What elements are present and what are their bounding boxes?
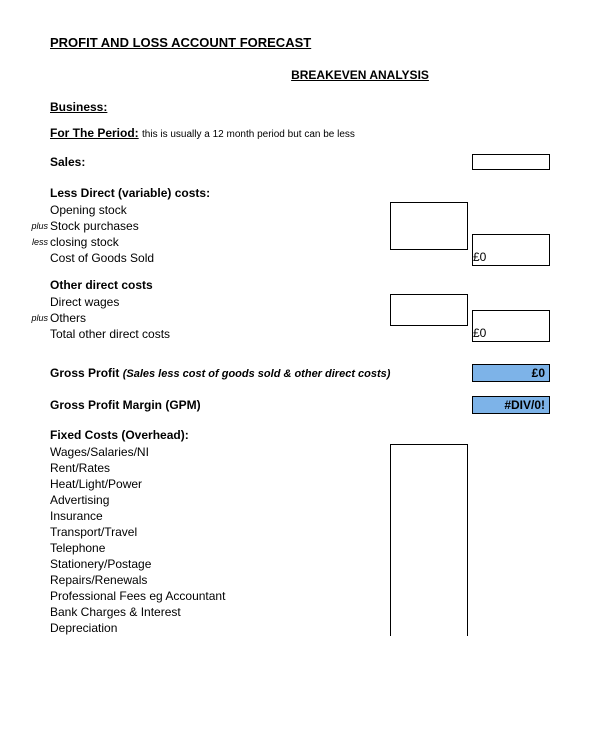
gross-profit-text: Gross Profit <box>50 366 119 380</box>
fixed-cost-row: Advertising <box>50 492 550 508</box>
gross-profit-note: (Sales less cost of goods sold & other d… <box>123 368 391 380</box>
fixed-cost-row: Heat/Light/Power <box>50 476 550 492</box>
stock-purchases-label: Stock purchases <box>50 219 390 233</box>
fixed-cost-input[interactable] <box>390 492 468 508</box>
fixed-cost-input[interactable] <box>390 460 468 476</box>
closing-stock-label: closing stock <box>50 235 390 249</box>
business-label: Business: <box>50 100 550 114</box>
opening-stock-input[interactable] <box>390 202 468 218</box>
other-total-value: £0 <box>473 326 490 340</box>
fixed-cost-row: Stationery/Postage <box>50 556 550 572</box>
fixed-cost-label: Advertising <box>50 493 390 507</box>
fixed-cost-row: Bank Charges & Interest <box>50 604 550 620</box>
fixed-cost-label: Stationery/Postage <box>50 557 390 571</box>
fixed-cost-row: Insurance <box>50 508 550 524</box>
fixed-cost-input[interactable] <box>390 540 468 556</box>
fixed-cost-label: Wages/Salaries/NI <box>50 445 390 459</box>
fixed-cost-row: Rent/Rates <box>50 460 550 476</box>
less-prefix: less <box>28 237 48 247</box>
sales-label: Sales: <box>50 155 390 169</box>
period-note-text: this is usually a 12 month period but ca… <box>142 129 355 140</box>
others-label: Others <box>50 311 390 325</box>
fixed-cost-input[interactable] <box>390 508 468 524</box>
gpm-label: Gross Profit Margin (GPM) <box>50 398 468 412</box>
direct-costs-header: Less Direct (variable) costs: <box>50 186 550 200</box>
other-direct-header: Other direct costs <box>50 278 550 292</box>
opening-stock-label: Opening stock <box>50 203 390 217</box>
fixed-cost-input[interactable] <box>390 572 468 588</box>
others-input[interactable] <box>390 310 468 326</box>
sales-row: Sales: <box>50 154 550 170</box>
gross-profit-value: £0 <box>532 366 545 380</box>
fixed-cost-label: Depreciation <box>50 621 390 635</box>
cogs-box-top <box>472 234 550 250</box>
period-label: For The Period: <box>50 126 139 140</box>
other-total-value-box: £0 <box>472 326 550 342</box>
closing-stock-input[interactable] <box>390 234 468 250</box>
fixed-cost-input[interactable] <box>390 524 468 540</box>
fixed-cost-label: Insurance <box>50 509 390 523</box>
fixed-cost-row: Wages/Salaries/NI <box>50 444 550 460</box>
direct-wages-label: Direct wages <box>50 295 390 309</box>
fixed-cost-input[interactable] <box>390 476 468 492</box>
cogs-value-box: £0 <box>472 250 550 266</box>
total-other-label: Total other direct costs <box>50 327 390 341</box>
fixed-cost-row: Repairs/Renewals <box>50 572 550 588</box>
fixed-cost-input[interactable] <box>390 588 468 604</box>
fixed-cost-input[interactable] <box>390 604 468 620</box>
gross-profit-label: Gross Profit (Sales less cost of goods s… <box>50 366 468 380</box>
fixed-cost-input[interactable] <box>390 556 468 572</box>
fixed-cost-label: Rent/Rates <box>50 461 390 475</box>
gross-profit-row: Gross Profit (Sales less cost of goods s… <box>50 364 550 382</box>
gpm-row: Gross Profit Margin (GPM) #DIV/0! <box>50 396 550 414</box>
direct-costs-section: Less Direct (variable) costs: Opening st… <box>50 186 550 266</box>
fixed-cost-input[interactable] <box>390 620 468 636</box>
gross-profit-value-box: £0 <box>472 364 550 382</box>
other-total-box-top <box>472 310 550 326</box>
fixed-cost-label: Heat/Light/Power <box>50 477 390 491</box>
cogs-label: Cost of Goods Sold <box>50 251 390 265</box>
gpm-value-box: #DIV/0! <box>472 396 550 414</box>
plus-prefix-1: plus <box>28 221 48 231</box>
other-direct-section: Other direct costs Direct wages plus Oth… <box>50 278 550 342</box>
gpm-value: #DIV/0! <box>504 398 545 412</box>
stock-purchases-input[interactable] <box>390 218 468 234</box>
fixed-cost-row: Depreciation <box>50 620 550 636</box>
fixed-cost-row: Telephone <box>50 540 550 556</box>
fixed-cost-label: Repairs/Renewals <box>50 573 390 587</box>
cogs-value: £0 <box>473 250 490 264</box>
period-row: For The Period: this is usually a 12 mon… <box>50 126 550 140</box>
plus-prefix-2: plus <box>28 313 48 323</box>
fixed-cost-label: Bank Charges & Interest <box>50 605 390 619</box>
fixed-cost-input[interactable] <box>390 444 468 460</box>
subtitle: BREAKEVEN ANALYSIS <box>170 68 550 82</box>
direct-wages-input[interactable] <box>390 294 468 310</box>
fixed-cost-label: Professional Fees eg Accountant <box>50 589 390 603</box>
sales-input[interactable] <box>472 154 550 170</box>
fixed-cost-label: Transport/Travel <box>50 525 390 539</box>
fixed-costs-section: Fixed Costs (Overhead): Wages/Salaries/N… <box>50 428 550 636</box>
fixed-cost-row: Transport/Travel <box>50 524 550 540</box>
fixed-cost-label: Telephone <box>50 541 390 555</box>
fixed-cost-row: Professional Fees eg Accountant <box>50 588 550 604</box>
fixed-costs-header: Fixed Costs (Overhead): <box>50 428 550 442</box>
main-title: PROFIT AND LOSS ACCOUNT FORECAST <box>50 35 550 50</box>
